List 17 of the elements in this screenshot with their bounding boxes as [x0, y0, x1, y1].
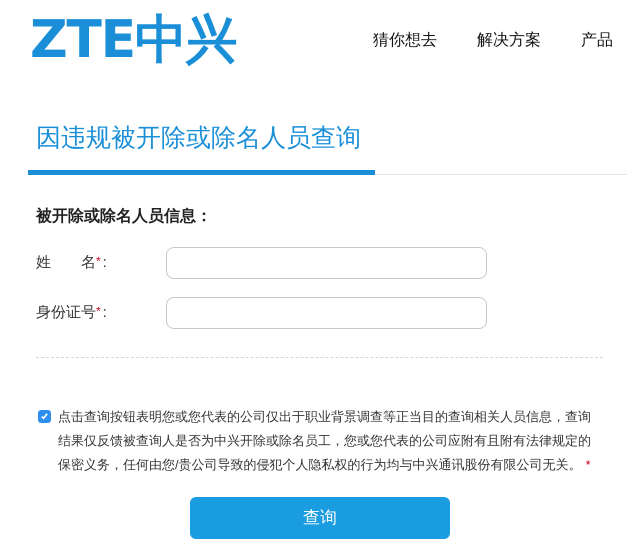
nav-link[interactable]: 解决方案	[477, 29, 541, 53]
nav-link[interactable]: 产品	[581, 29, 613, 53]
input-field[interactable]	[166, 297, 487, 329]
nav-link[interactable]: 猜你想去	[373, 29, 437, 53]
page-title: 因违规被开除或除名人员查询	[36, 123, 362, 154]
section-heading: 被开除或除名人员信息：	[36, 206, 213, 227]
field-label: 身份证号	[36, 302, 96, 323]
consent-text: 点击查询按钮表明您或您代表的公司仅出于职业背景调查等正当目的查询相关人员信息，查询结果仅反馈被查询人是否为中兴开除或除名员工，您或您代表的公司应附有且附有法律规定的保密义务，任何由您/贵公司导致的侵犯个人隐私权的行为均与中兴通讯股份有限公司无关。 *	[58, 408, 592, 474]
colon: :	[102, 302, 107, 323]
check-icon	[40, 412, 49, 421]
required-mark: *	[96, 252, 101, 270]
checkbox[interactable]	[38, 410, 51, 423]
logo[interactable]: ZTE中兴	[30, 14, 236, 66]
input-field[interactable]	[166, 247, 487, 279]
field-label: 姓 名	[36, 252, 96, 273]
colon: :	[102, 252, 107, 273]
required-mark: *	[96, 302, 101, 320]
